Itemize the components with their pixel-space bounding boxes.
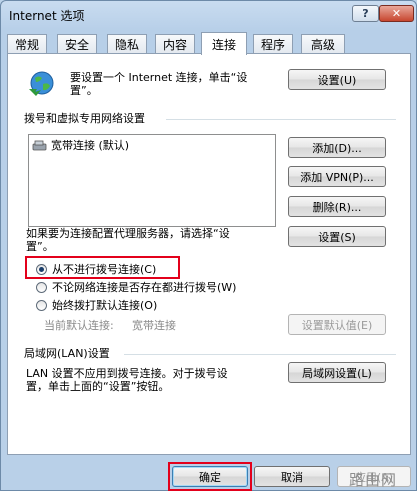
connection-list[interactable]: 宽带连接 (默认) <box>28 134 276 227</box>
list-item[interactable]: 宽带连接 (默认) <box>32 138 129 152</box>
divider <box>166 119 396 120</box>
radio-dial-whenever[interactable] <box>36 282 47 293</box>
watermark: 路由网 <box>349 471 398 489</box>
current-default-label: 当前默认连接: <box>44 319 114 332</box>
proxy-text-line1: 如果要为连接配置代理服务器，请选择“设 <box>26 227 230 240</box>
lan-text-line1: LAN 设置不应用到拨号连接。对于拨号设 <box>26 367 228 380</box>
radio-always-dial[interactable] <box>36 300 47 311</box>
internet-globe-icon <box>29 71 54 96</box>
setup-text-line2: 置”。 <box>70 84 98 97</box>
title-bar: Internet 选项 ? ✕ <box>1 1 416 29</box>
tab-privacy[interactable]: 隐私 <box>107 34 147 54</box>
tab-connections[interactable]: 连接 <box>201 32 247 55</box>
add-vpn-button[interactable]: 添加 VPN(P)... <box>288 166 386 187</box>
add-button[interactable]: 添加(D)... <box>288 137 386 158</box>
tab-advanced[interactable]: 高级 <box>301 34 345 54</box>
option-dial-whenever-label[interactable]: 不论网络连接是否存在都进行拨号(W) <box>52 281 236 294</box>
connections-panel: 要设置一个 Internet 连接，单击“设 置”。 设置(U) 拨号和虚拟专用… <box>7 53 411 455</box>
setup-button[interactable]: 设置(U) <box>288 69 386 90</box>
divider <box>124 354 396 355</box>
internet-options-window: Internet 选项 ? ✕ 常规 安全 隐私 内容 连接 程序 高级 要设置… <box>0 0 417 491</box>
cancel-button[interactable]: 取消 <box>254 466 330 487</box>
proxy-settings-button[interactable]: 设置(S) <box>288 226 386 247</box>
list-item-label: 宽带连接 (默认) <box>51 139 130 152</box>
setup-text-line1: 要设置一个 Internet 连接，单击“设 <box>70 71 248 84</box>
highlight-box <box>25 256 180 279</box>
remove-button[interactable]: 删除(R)... <box>288 196 386 217</box>
help-button[interactable]: ? <box>352 5 379 22</box>
lan-group-title: 局域网(LAN)设置 <box>24 347 110 360</box>
tab-general[interactable]: 常规 <box>7 34 47 54</box>
tab-programs[interactable]: 程序 <box>253 34 293 54</box>
tab-content[interactable]: 内容 <box>155 34 195 54</box>
lan-text-line2: 置，单击上面的“设置”按钮。 <box>26 380 170 393</box>
set-default-button[interactable]: 设置默认值(E) <box>288 314 386 335</box>
proxy-text-line2: 置”。 <box>26 240 54 253</box>
dialup-group-title: 拨号和虚拟专用网络设置 <box>24 112 145 125</box>
tab-strip: 常规 安全 隐私 内容 连接 程序 高级 <box>7 32 411 55</box>
current-default-value: 宽带连接 <box>132 319 176 332</box>
option-always-dial-label[interactable]: 始终拨打默认连接(O) <box>52 299 157 312</box>
highlight-box <box>168 462 252 491</box>
broadband-connection-icon <box>32 140 47 151</box>
lan-settings-button[interactable]: 局域网设置(L) <box>288 362 386 383</box>
tab-security[interactable]: 安全 <box>57 34 97 54</box>
close-button[interactable]: ✕ <box>379 5 414 22</box>
window-title: Internet 选项 <box>9 9 85 23</box>
